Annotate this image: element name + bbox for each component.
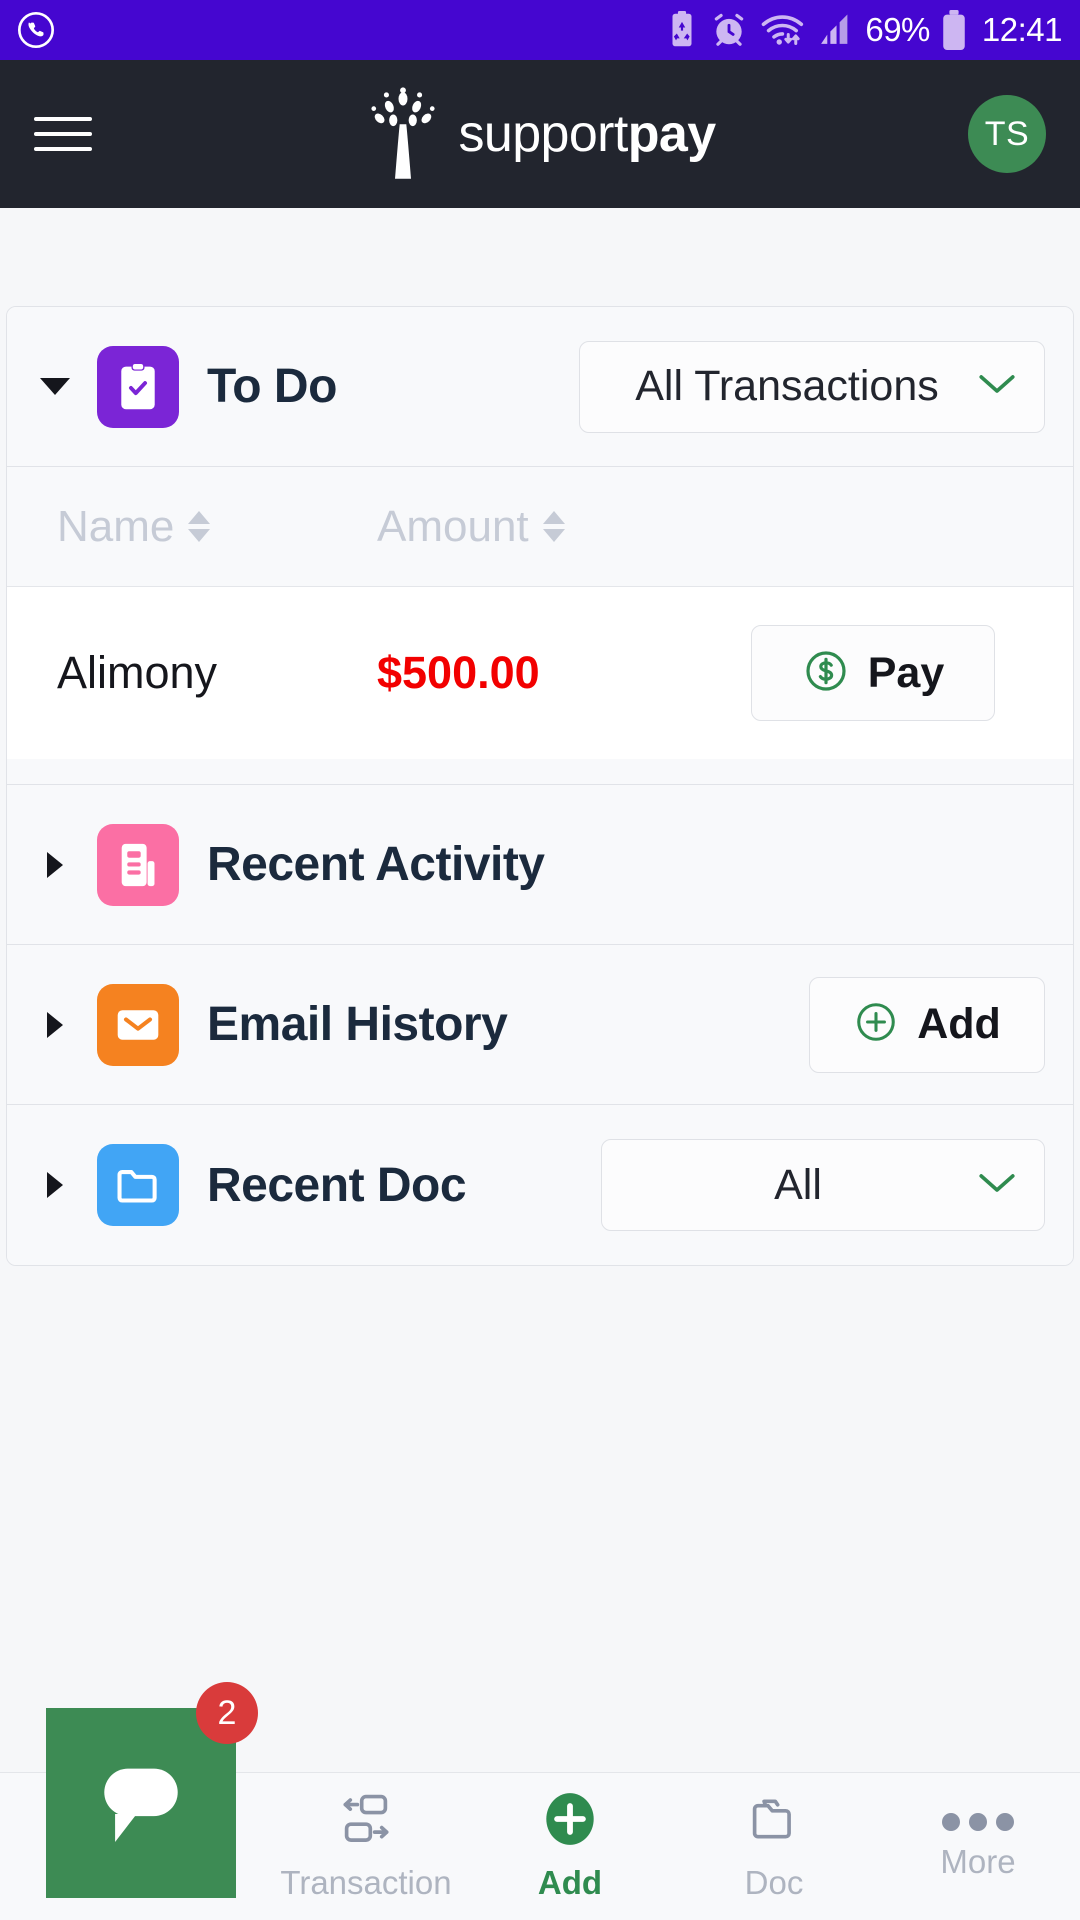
column-header-amount[interactable]: Amount [377, 502, 565, 552]
chevron-right-icon[interactable] [35, 851, 75, 878]
battery-icon [941, 10, 967, 50]
battery-percent: 69% [865, 11, 930, 48]
section-recent-activity[interactable]: Recent Activity [7, 785, 1073, 945]
todo-table-header: Name Amount [7, 467, 1073, 587]
nav-label-doc: Doc [744, 1864, 804, 1901]
section-title-todo: To Do [207, 360, 337, 413]
section-title-recent-doc: Recent Doc [207, 1158, 467, 1212]
sections-card: To Do All Transactions Name Amount Alimo… [6, 306, 1074, 1266]
brand: supportpay [0, 85, 1080, 184]
recycle-battery-icon [665, 11, 699, 49]
plus-circle-icon [853, 999, 899, 1050]
recent-doc-filter-value: All [774, 1160, 822, 1209]
chevron-down-icon[interactable] [35, 378, 75, 395]
signal-icon [818, 13, 852, 47]
avatar-initials: TS [984, 114, 1030, 153]
recent-doc-filter-select[interactable]: All [601, 1139, 1045, 1231]
envelope-icon [97, 983, 179, 1066]
section-title-recent-activity: Recent Activity [207, 838, 545, 891]
chevron-down-icon [976, 371, 1018, 402]
add-email-button[interactable]: Add [809, 976, 1045, 1073]
section-title-email-history: Email History [207, 998, 508, 1051]
hamburger-menu-icon[interactable] [34, 117, 92, 151]
dollar-circle-icon [802, 647, 850, 700]
nav-item-more[interactable]: More [876, 1773, 1080, 1920]
column-label-name: Name [57, 501, 175, 551]
chat-bubble-icon [87, 1747, 195, 1860]
chat-unread-badge: 2 [196, 1682, 258, 1744]
row-divider [7, 759, 1073, 785]
section-email-history[interactable]: Email History Add [7, 945, 1073, 1105]
pay-button[interactable]: Pay [751, 625, 995, 721]
pay-button-label: Pay [867, 648, 945, 697]
wifi-icon [759, 12, 807, 48]
alarm-icon [710, 11, 748, 49]
folder-icon [97, 1144, 179, 1226]
nav-item-doc[interactable]: Doc [672, 1773, 876, 1920]
column-label-amount: Amount [377, 501, 529, 551]
chevron-right-icon[interactable] [35, 1011, 75, 1038]
add-email-button-label: Add [917, 1000, 1001, 1048]
section-recent-doc[interactable]: Recent Doc All [7, 1105, 1073, 1265]
brand-second: pay [627, 105, 716, 163]
activity-report-icon [97, 823, 179, 906]
nav-item-add[interactable]: Add [468, 1773, 672, 1920]
column-header-name[interactable]: Name [57, 502, 377, 552]
avatar[interactable]: TS [968, 95, 1046, 173]
nav-label-more: More [940, 1842, 1016, 1880]
row-name: Alimony [57, 647, 218, 698]
clock-time: 12:41 [981, 11, 1063, 48]
sort-toggle-name[interactable] [188, 511, 211, 542]
whatsapp-icon [16, 10, 56, 50]
brand-title: supportpay [458, 104, 716, 164]
chevron-right-icon[interactable] [35, 1172, 75, 1198]
status-bar-left [16, 10, 56, 50]
todo-filter-value: All Transactions [635, 362, 939, 410]
main-content: To Do All Transactions Name Amount Alimo… [0, 208, 1080, 1266]
plus-circle-icon [542, 1791, 598, 1852]
app-header: supportpay TS [0, 60, 1080, 208]
nav-item-transaction[interactable]: Transaction [264, 1773, 468, 1920]
sort-toggle-amount[interactable] [542, 511, 565, 542]
tree-logo-icon [364, 85, 442, 184]
todo-filter-select[interactable]: All Transactions [579, 340, 1045, 433]
clipboard-check-icon [97, 345, 179, 428]
row-amount: $500.00 [377, 647, 540, 698]
chevron-down-icon [976, 1170, 1018, 1201]
status-bar-right: 69% 12:41 [665, 10, 1063, 50]
section-todo[interactable]: To Do All Transactions [7, 307, 1073, 467]
nav-label-add: Add [537, 1864, 603, 1901]
ellipsis-icon [942, 1812, 1014, 1831]
brand-first: support [458, 105, 628, 163]
status-bar: 69% 12:41 [0, 0, 1080, 60]
table-row[interactable]: Alimony $500.00 Pay [7, 587, 1073, 759]
nav-label-transaction: Transaction [280, 1864, 452, 1901]
transfer-arrows-icon [338, 1791, 394, 1852]
folder-icon [746, 1791, 802, 1852]
chat-widget[interactable]: 2 [46, 1682, 258, 1898]
